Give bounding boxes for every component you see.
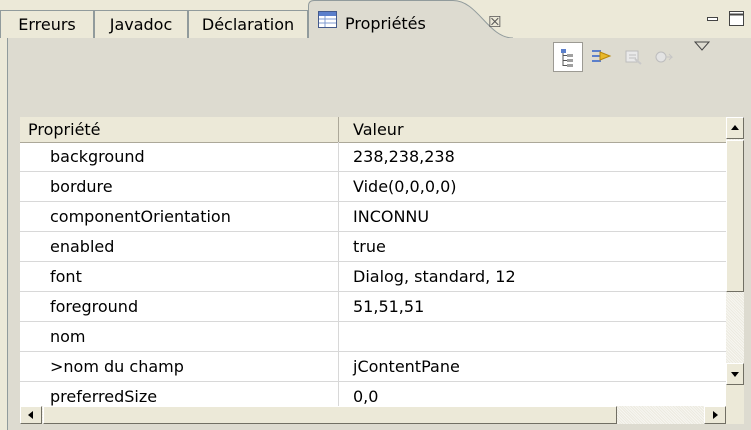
table-row[interactable]: font Dialog, standard, 12: [20, 262, 726, 292]
view-tab-strip: Erreurs Javadoc Déclaration Propriétés ☒: [0, 0, 751, 38]
property-value[interactable]: jContentPane: [339, 352, 726, 381]
restore-default-button[interactable]: [619, 42, 649, 72]
scroll-down-button[interactable]: [726, 363, 744, 385]
minimize-icon[interactable]: [705, 10, 721, 30]
property-value[interactable]: Vide(0,0,0,0): [339, 172, 726, 201]
view-menu-icon: [691, 41, 715, 66]
column-header-valeur[interactable]: Valeur: [339, 117, 726, 142]
close-tab-icon[interactable]: ☒: [488, 13, 501, 31]
table-row[interactable]: componentOrientation INCONNU: [20, 202, 726, 232]
horizontal-scrollbar[interactable]: [20, 406, 726, 424]
show-categories-icon: [554, 49, 582, 75]
scroll-right-button[interactable]: [704, 406, 726, 424]
property-value[interactable]: 51,51,51: [339, 292, 726, 321]
property-name: nom: [20, 322, 339, 351]
tab-proprietes[interactable]: Propriétés ☒: [308, 0, 520, 38]
property-name: componentOrientation: [20, 202, 339, 231]
table-row[interactable]: enabled true: [20, 232, 726, 262]
property-name: bordure: [20, 172, 339, 201]
table-row[interactable]: background 238,238,238: [20, 142, 726, 172]
vertical-scroll-thumb[interactable]: [726, 140, 744, 292]
show-advanced-button[interactable]: [586, 42, 616, 72]
property-name: font: [20, 262, 339, 291]
scrollbar-corner: [726, 385, 744, 424]
restore-default-icon: [619, 50, 647, 74]
property-value[interactable]: INCONNU: [339, 202, 726, 231]
maximize-icon[interactable]: [728, 10, 746, 32]
tab-label: Javadoc: [109, 15, 173, 34]
filter-icon: [649, 51, 677, 74]
table-row[interactable]: nom: [20, 322, 726, 352]
property-name: enabled: [20, 232, 339, 261]
property-name: >nom du champ: [20, 352, 339, 381]
arrow-down-icon: [731, 372, 739, 377]
column-header-propriete[interactable]: Propriété: [20, 117, 339, 142]
tab-label: Déclaration: [201, 15, 295, 34]
property-name: preferredSize: [20, 382, 339, 406]
property-name: background: [20, 142, 339, 171]
property-value[interactable]: [339, 322, 726, 351]
property-value[interactable]: true: [339, 232, 726, 261]
scroll-left-button[interactable]: [20, 406, 42, 424]
property-value[interactable]: Dialog, standard, 12: [339, 262, 726, 291]
table-row[interactable]: preferredSize 0,0: [20, 382, 726, 406]
scroll-up-button[interactable]: [726, 117, 744, 139]
properties-toolbar: [8, 38, 751, 78]
show-categories-button[interactable]: [553, 42, 583, 72]
property-value[interactable]: 238,238,238: [339, 142, 726, 171]
vertical-scrollbar[interactable]: [726, 117, 744, 385]
tab-label: Propriétés: [345, 14, 426, 33]
table-row[interactable]: >nom du champ jContentPane: [20, 352, 726, 382]
property-value[interactable]: 0,0: [339, 382, 726, 406]
table-header: Propriété Valeur: [20, 117, 726, 143]
arrow-right-icon: [713, 411, 718, 419]
filter-button[interactable]: [649, 42, 679, 72]
property-name: foreground: [20, 292, 339, 321]
tab-label: Erreurs: [18, 15, 76, 34]
tab-javadoc[interactable]: Javadoc: [94, 10, 188, 38]
table-row[interactable]: bordure Vide(0,0,0,0): [20, 172, 726, 202]
show-advanced-icon: [586, 50, 614, 74]
arrow-up-icon: [731, 125, 739, 130]
tab-erreurs[interactable]: Erreurs: [0, 10, 94, 38]
horizontal-scroll-thumb[interactable]: [43, 406, 617, 424]
arrow-left-icon: [28, 411, 33, 419]
table-row[interactable]: foreground 51,51,51: [20, 292, 726, 322]
tab-declaration[interactable]: Déclaration: [188, 10, 308, 38]
view-menu-button[interactable]: [691, 38, 721, 68]
properties-table: Propriété Valeur background 238,238,238 …: [20, 117, 726, 406]
